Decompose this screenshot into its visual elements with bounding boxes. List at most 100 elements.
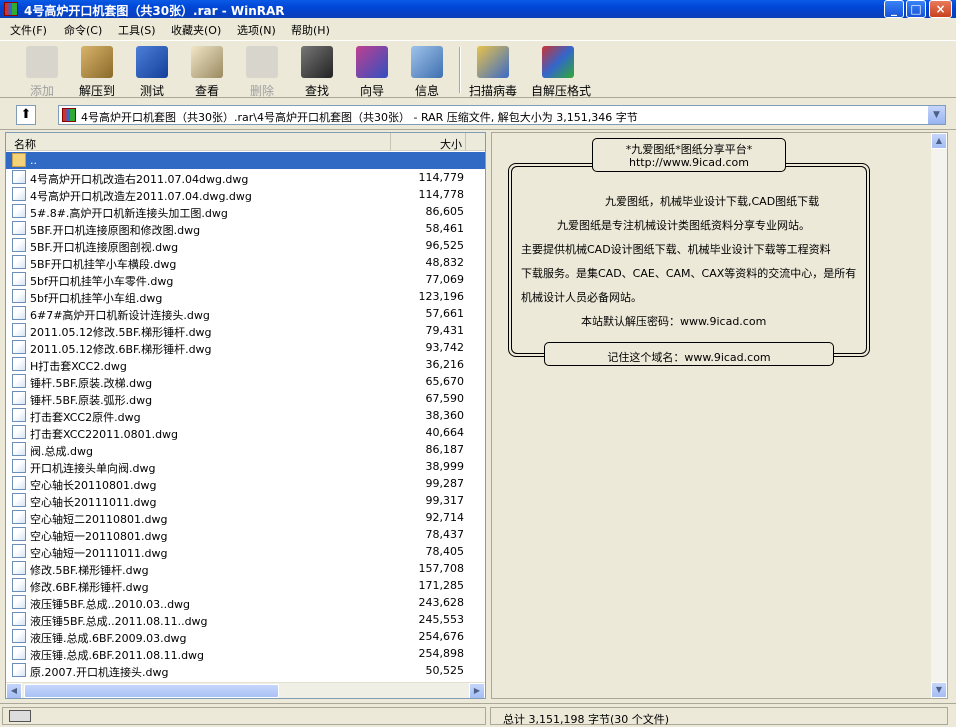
comment-line-4: 下载服务。是集CAD、CAE、CAM、CAX等资料的交流中心，是所有: [521, 267, 857, 280]
wizard-button[interactable]: 向导: [345, 44, 399, 98]
file-row[interactable]: 5bf开口机挂竿小车组.dwg 123,196: [6, 288, 485, 305]
file-row[interactable]: 原.2007.开口机连接头.dwg 50,525: [6, 662, 485, 679]
address-text: 4号高炉开口机套图（共30张）.rar\4号高炉开口机套图（共30张） - RA…: [81, 111, 638, 124]
file-row[interactable]: 空心轴长20110801.dwg 99,287: [6, 475, 485, 492]
file-row[interactable]: 4号高炉开口机改造右2011.07.04dwg.dwg 114,779: [6, 169, 485, 186]
file-row[interactable]: 空心轴长20111011.dwg 99,317: [6, 492, 485, 509]
dwg-file-icon: [12, 357, 26, 371]
up-folder-button[interactable]: ⬆: [16, 105, 36, 125]
menu-tools[interactable]: 工具(S): [118, 22, 156, 38]
file-row[interactable]: 5BF.开口机连接原图剖视.dwg 96,525: [6, 237, 485, 254]
file-row[interactable]: 空心轴短一20110801.dwg 78,437: [6, 526, 485, 543]
file-name: 空心轴短二20110801.dwg: [30, 513, 168, 526]
file-row[interactable]: 4号高炉开口机改造左2011.07.04.dwg.dwg 114,778: [6, 186, 485, 203]
delete-icon: [246, 46, 278, 78]
file-row[interactable]: 5BF.开口机连接原图和修改图.dwg 58,461: [6, 220, 485, 237]
menu-favorites[interactable]: 收藏夹(O): [171, 22, 221, 38]
file-size: 254,898: [418, 647, 465, 660]
file-row[interactable]: 空心轴短二20110801.dwg 92,714: [6, 509, 485, 526]
dwg-file-icon: [12, 374, 26, 388]
extract-to-button[interactable]: 解压到: [70, 44, 124, 98]
file-row[interactable]: 锤杆.5BF.原装.弧形.dwg 67,590: [6, 390, 485, 407]
file-row[interactable]: 打击套XCC22011.0801.dwg 40,664: [6, 424, 485, 441]
close-button[interactable]: ×: [929, 0, 952, 18]
file-row[interactable]: H打击套XCC2.dwg 36,216: [6, 356, 485, 373]
file-size: 78,405: [425, 545, 465, 558]
column-size[interactable]: 大小: [391, 133, 466, 151]
dwg-file-icon: [12, 442, 26, 456]
scroll-thumb[interactable]: [24, 684, 279, 698]
file-row[interactable]: 锤杆.5BF.原装.改梯.dwg 65,670: [6, 373, 485, 390]
file-row[interactable]: 修改.5BF.梯形锤杆.dwg 157,708: [6, 560, 485, 577]
view-button[interactable]: 查看: [180, 44, 234, 98]
file-name: 5bf开口机挂竿小车组.dwg: [30, 292, 163, 305]
info-button[interactable]: 信息: [400, 44, 454, 98]
file-size: 243,628: [418, 596, 465, 609]
dwg-file-icon: [12, 323, 26, 337]
menu-commands[interactable]: 命令(C): [64, 22, 102, 38]
comment-line-3: 主要提供机械CAD设计图纸下载、机械毕业设计下载等工程资料: [521, 243, 831, 256]
add-button[interactable]: 添加: [15, 44, 69, 98]
scroll-up-icon[interactable]: ▲: [931, 133, 947, 149]
dwg-file-icon: [12, 221, 26, 235]
dwg-file-icon: [12, 187, 26, 201]
file-name: 阀.总成.dwg: [30, 445, 93, 458]
file-row[interactable]: 液压锤.总成.6BF.2009.03.dwg 254,676: [6, 628, 485, 645]
menu-file[interactable]: 文件(F): [10, 22, 47, 38]
file-row[interactable]: 2011.05.12修改.6BF.梯形锤杆.dwg 93,742: [6, 339, 485, 356]
dwg-file-icon: [12, 255, 26, 269]
file-row[interactable]: 液压锤.总成.6BF.2011.08.11.dwg 254,898: [6, 645, 485, 662]
dwg-file-icon: [12, 646, 26, 660]
file-name: 空心轴短一20110801.dwg: [30, 530, 168, 543]
file-row[interactable]: 6#7#高炉开口机新设计连接头.dwg 57,661: [6, 305, 485, 322]
parent-folder-row[interactable]: ..: [6, 152, 485, 169]
vertical-scrollbar[interactable]: ▲ ▼: [931, 133, 947, 698]
dwg-file-icon: [12, 408, 26, 422]
file-name: 空心轴长20111011.dwg: [30, 496, 157, 509]
dwg-file-icon: [12, 391, 26, 405]
dwg-file-icon: [12, 578, 26, 592]
column-name[interactable]: 名称: [6, 133, 391, 151]
scroll-down-icon[interactable]: ▼: [931, 682, 947, 698]
file-name: 液压锤.总成.6BF.2009.03.dwg: [30, 632, 187, 645]
file-row[interactable]: 修改.6BF.梯形锤杆.dwg 171,285: [6, 577, 485, 594]
file-name: 打击套XCC2原件.dwg: [30, 411, 141, 424]
file-row[interactable]: 打击套XCC2原件.dwg 38,360: [6, 407, 485, 424]
minimize-button[interactable]: _: [884, 0, 904, 18]
test-button[interactable]: 测试: [125, 44, 179, 98]
delete-button[interactable]: 删除: [235, 44, 289, 98]
file-size: 157,708: [418, 562, 465, 575]
horizontal-scrollbar[interactable]: ◀ ▶: [6, 682, 485, 698]
file-row[interactable]: 空心轴短一20111011.dwg 78,405: [6, 543, 485, 560]
maximize-button[interactable]: □: [906, 0, 926, 18]
virus-scan-button[interactable]: 扫描病毒: [466, 44, 520, 98]
file-row[interactable]: 5BF开口机挂竿小车横段.dwg 48,832: [6, 254, 485, 271]
chevron-down-icon[interactable]: ▼: [928, 106, 945, 124]
file-row[interactable]: 阀.总成.dwg 86,187: [6, 441, 485, 458]
file-name: 4号高炉开口机改造右2011.07.04dwg.dwg: [30, 173, 249, 186]
file-name: 6#7#高炉开口机新设计连接头.dwg: [30, 309, 210, 322]
file-size: 77,069: [425, 273, 465, 286]
find-button[interactable]: 查找: [290, 44, 344, 98]
address-combo[interactable]: 4号高炉开口机套图（共30张）.rar\4号高炉开口机套图（共30张） - RA…: [58, 105, 946, 125]
file-size: 79,431: [425, 324, 465, 337]
menu-options[interactable]: 选项(N): [237, 22, 276, 38]
scroll-right-icon[interactable]: ▶: [469, 683, 485, 698]
file-row[interactable]: 2011.05.12修改.5BF.梯形锤杆.dwg 79,431: [6, 322, 485, 339]
file-size: 65,670: [425, 375, 465, 388]
find-icon: [301, 46, 333, 78]
file-size: 93,742: [425, 341, 465, 354]
scroll-left-icon[interactable]: ◀: [6, 683, 22, 698]
file-size: 92,714: [425, 511, 465, 524]
file-row[interactable]: 液压锤5BF.总成..2011.08.11..dwg 245,553: [6, 611, 485, 628]
file-name: 打击套XCC22011.0801.dwg: [30, 428, 179, 441]
dwg-file-icon: [12, 510, 26, 524]
file-row[interactable]: 开口机连接头单向阀.dwg 38,999: [6, 458, 485, 475]
file-name: 5#.8#.高炉开口机新连接头加工图.dwg: [30, 207, 228, 220]
file-row[interactable]: 5#.8#.高炉开口机新连接头加工图.dwg 86,605: [6, 203, 485, 220]
file-row[interactable]: 5bf开口机挂竿小车零件.dwg 77,069: [6, 271, 485, 288]
file-list[interactable]: 名称 大小 .. 4号高炉开口机改造右2011.07.04dwg.dwg 114,7…: [5, 132, 486, 699]
file-row[interactable]: 液压锤5BF.总成..2010.03..dwg 243,628: [6, 594, 485, 611]
menu-help[interactable]: 帮助(H): [291, 22, 330, 38]
sfx-button[interactable]: 自解压格式: [531, 44, 591, 98]
